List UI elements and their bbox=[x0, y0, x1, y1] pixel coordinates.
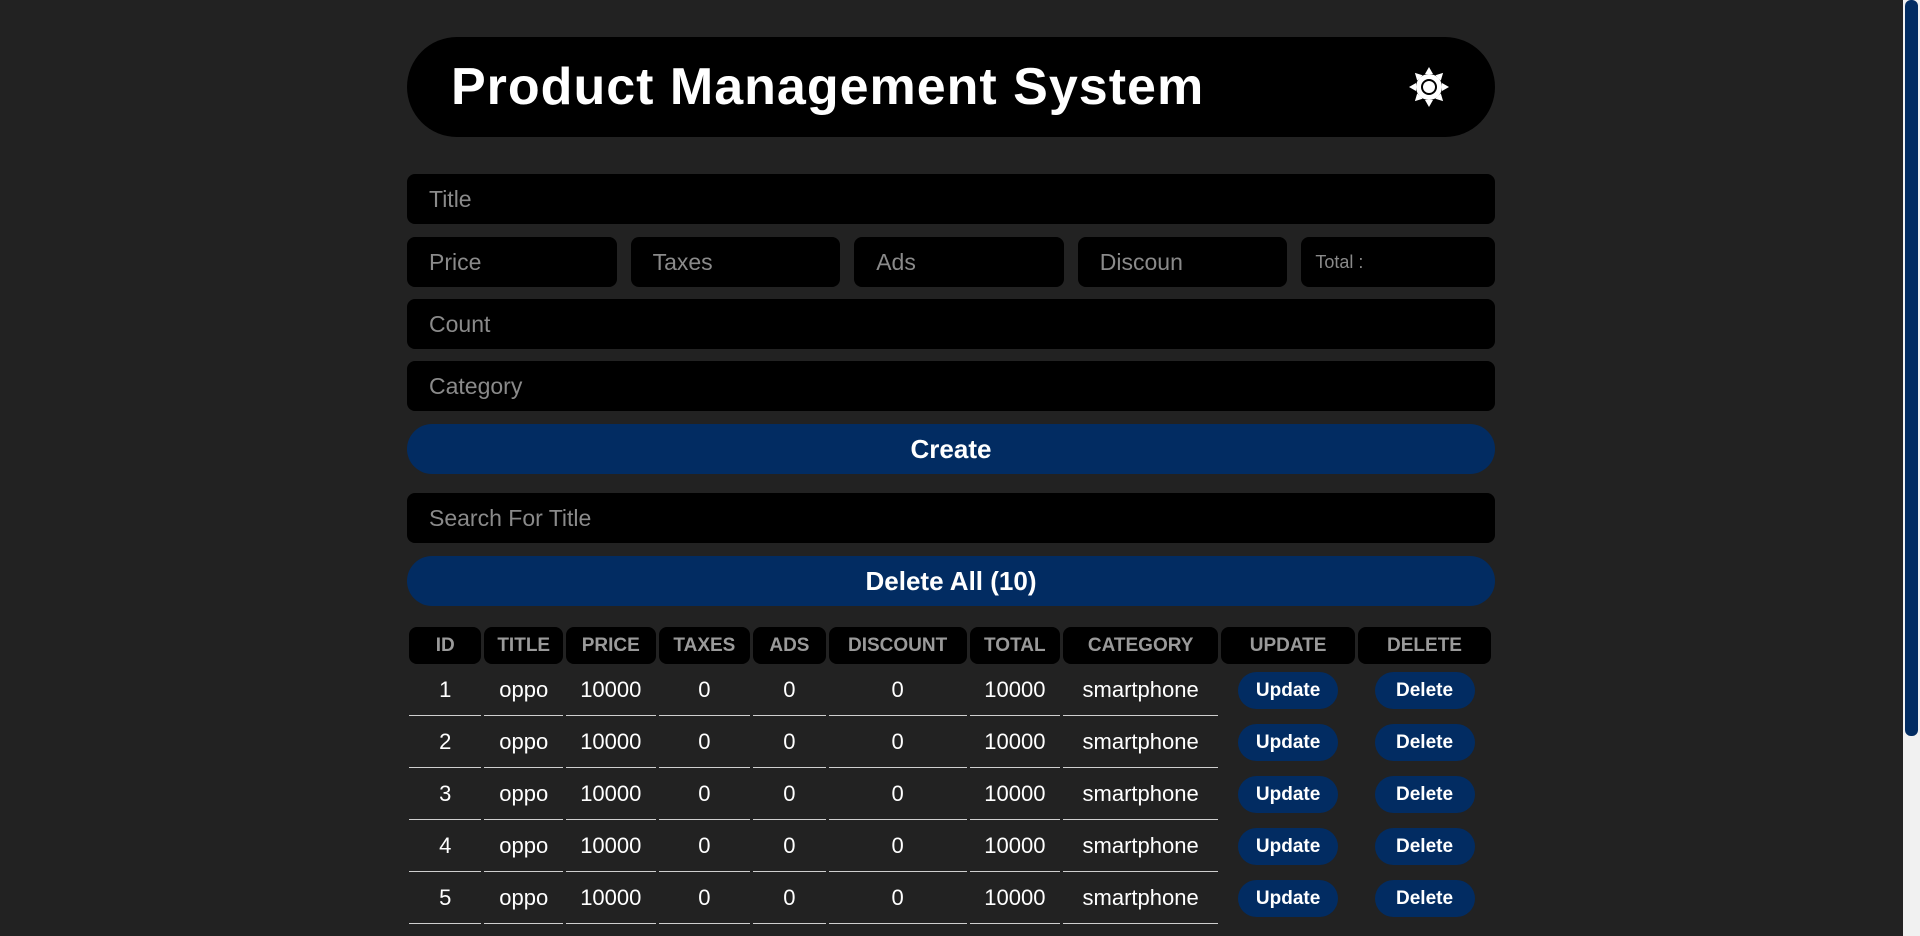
total-label: Total : bbox=[1315, 251, 1364, 272]
update-button[interactable]: Update bbox=[1238, 879, 1339, 917]
sun-gear-icon bbox=[1409, 67, 1449, 107]
cell-category: smartphone bbox=[1063, 716, 1219, 768]
cell-total: 10000 bbox=[969, 820, 1061, 872]
total-display: Total : bbox=[1301, 237, 1495, 287]
cell-total: 10000 bbox=[969, 768, 1061, 820]
cell-discount: 0 bbox=[828, 768, 967, 820]
column-header-price: PRICE bbox=[565, 627, 656, 664]
cell-id: 5 bbox=[409, 872, 482, 924]
update-button[interactable]: Update bbox=[1238, 827, 1339, 865]
cell-category: smartphone bbox=[1063, 664, 1219, 716]
cell-price: 10000 bbox=[565, 820, 656, 872]
cell-delete: Delete bbox=[1358, 716, 1491, 768]
cell-title: oppo bbox=[484, 820, 563, 872]
cell-title: oppo bbox=[484, 872, 563, 924]
delete-button[interactable]: Delete bbox=[1374, 671, 1475, 709]
scrollbar-thumb[interactable] bbox=[1905, 0, 1918, 736]
cell-id: 3 bbox=[409, 768, 482, 820]
cell-id: 1 bbox=[409, 664, 482, 716]
column-header-total: TOTAL bbox=[969, 627, 1061, 664]
price-input[interactable] bbox=[407, 237, 617, 287]
taxes-input[interactable] bbox=[630, 237, 841, 287]
cell-total: 10000 bbox=[969, 872, 1061, 924]
cell-delete: Delete bbox=[1358, 820, 1491, 872]
cell-update: Update bbox=[1221, 872, 1355, 924]
cell-taxes: 0 bbox=[658, 820, 751, 872]
column-header-delete: DELETE bbox=[1358, 627, 1491, 664]
column-header-taxes: TAXES bbox=[658, 627, 751, 664]
search-input[interactable] bbox=[407, 493, 1495, 543]
table-row: 4 oppo 10000 0 0 0 10000 smartphone Upda… bbox=[409, 820, 1491, 872]
cell-total: 10000 bbox=[969, 716, 1061, 768]
cell-title: oppo bbox=[484, 768, 563, 820]
title-input[interactable] bbox=[407, 174, 1495, 224]
create-button[interactable]: Create bbox=[407, 424, 1495, 474]
category-input[interactable] bbox=[407, 361, 1495, 411]
table-row: 5 oppo 10000 0 0 0 10000 smartphone Upda… bbox=[409, 872, 1491, 924]
column-header-id: ID bbox=[409, 627, 482, 664]
cell-discount: 0 bbox=[828, 716, 967, 768]
cell-ads: 0 bbox=[753, 820, 826, 872]
column-header-ads: ADS bbox=[753, 627, 826, 664]
column-header-discount: DISCOUNT bbox=[828, 627, 967, 664]
cell-title: oppo bbox=[484, 716, 563, 768]
cell-update: Update bbox=[1221, 716, 1355, 768]
price-row: Total : bbox=[407, 237, 1495, 287]
delete-all-button[interactable]: Delete All (10) bbox=[407, 556, 1495, 606]
update-button[interactable]: Update bbox=[1238, 671, 1339, 709]
cell-delete: Delete bbox=[1358, 664, 1491, 716]
update-button[interactable]: Update bbox=[1238, 723, 1339, 761]
page-title: Product Management System bbox=[451, 58, 1205, 116]
cell-category: smartphone bbox=[1063, 872, 1219, 924]
products-table: ID TITLE PRICE TAXES ADS DISCOUNT TOTAL … bbox=[406, 627, 1494, 924]
cell-update: Update bbox=[1221, 820, 1355, 872]
column-header-category: CATEGORY bbox=[1063, 627, 1219, 664]
cell-discount: 0 bbox=[828, 664, 967, 716]
cell-id: 2 bbox=[409, 716, 482, 768]
cell-id: 4 bbox=[409, 820, 482, 872]
table-header-row: ID TITLE PRICE TAXES ADS DISCOUNT TOTAL … bbox=[409, 627, 1491, 664]
cell-price: 10000 bbox=[565, 872, 656, 924]
column-header-update: UPDATE bbox=[1221, 627, 1356, 664]
theme-toggle-button[interactable] bbox=[1407, 65, 1451, 109]
vertical-scrollbar[interactable] bbox=[1903, 0, 1920, 936]
cell-ads: 0 bbox=[753, 664, 826, 716]
page: Product Management System Title Price Ta… bbox=[0, 0, 1920, 936]
cell-price: 10000 bbox=[565, 716, 656, 768]
cell-taxes: 0 bbox=[658, 872, 751, 924]
update-button[interactable]: Update bbox=[1238, 775, 1339, 813]
table-row: 2 oppo 10000 0 0 0 10000 smartphone Upda… bbox=[409, 716, 1491, 768]
cell-category: smartphone bbox=[1063, 820, 1219, 872]
count-input[interactable] bbox=[407, 299, 1495, 349]
cell-ads: 0 bbox=[753, 872, 826, 924]
cell-taxes: 0 bbox=[658, 768, 751, 820]
ads-input[interactable] bbox=[854, 237, 1064, 287]
cell-update: Update bbox=[1221, 664, 1355, 716]
cell-update: Update bbox=[1221, 768, 1355, 820]
cell-price: 10000 bbox=[565, 768, 656, 820]
table-row: 3 oppo 10000 0 0 0 10000 smartphone Upda… bbox=[409, 768, 1491, 820]
table-row: 1 oppo 10000 0 0 0 10000 smartphone Upda… bbox=[409, 664, 1491, 716]
cell-delete: Delete bbox=[1358, 872, 1491, 924]
cell-ads: 0 bbox=[753, 768, 826, 820]
cell-taxes: 0 bbox=[658, 664, 751, 716]
delete-button[interactable]: Delete bbox=[1374, 723, 1475, 761]
discount-input[interactable] bbox=[1077, 237, 1288, 287]
cell-title: oppo bbox=[484, 664, 563, 716]
cell-category: smartphone bbox=[1063, 768, 1219, 820]
cell-ads: 0 bbox=[753, 716, 826, 768]
cell-total: 10000 bbox=[969, 664, 1061, 716]
cell-discount: 0 bbox=[828, 872, 967, 924]
delete-button[interactable]: Delete bbox=[1374, 879, 1475, 917]
app-header: Product Management System bbox=[407, 37, 1495, 137]
cell-discount: 0 bbox=[828, 820, 967, 872]
cell-taxes: 0 bbox=[658, 716, 751, 768]
cell-delete: Delete bbox=[1358, 768, 1491, 820]
delete-button[interactable]: Delete bbox=[1374, 827, 1475, 865]
column-header-title: TITLE bbox=[484, 627, 563, 664]
cell-price: 10000 bbox=[565, 664, 656, 716]
delete-button[interactable]: Delete bbox=[1374, 775, 1475, 813]
main-container: Product Management System Title Price Ta… bbox=[407, 37, 1495, 924]
